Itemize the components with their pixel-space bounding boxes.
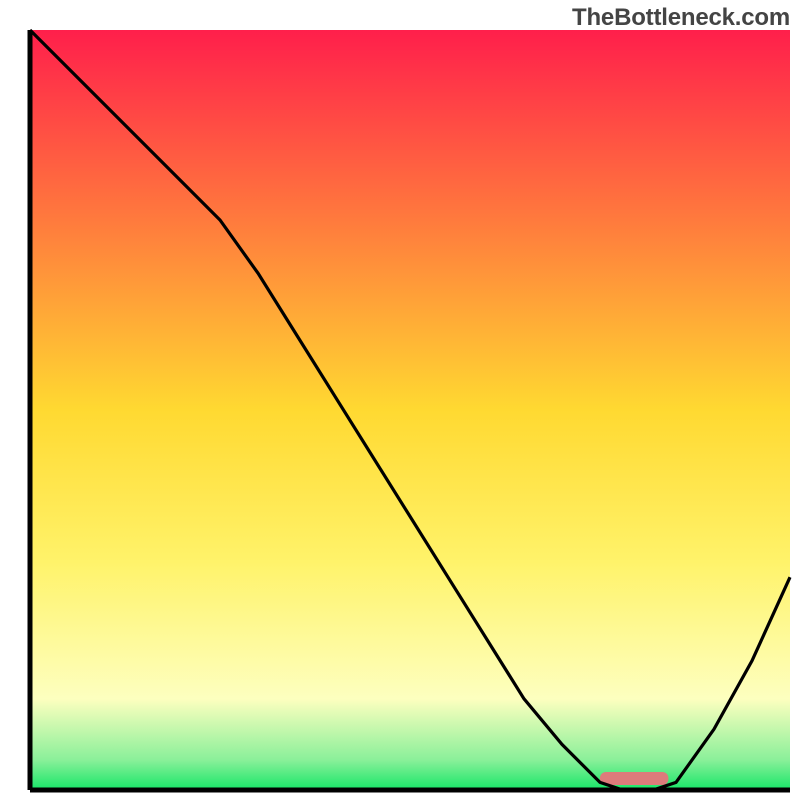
bottleneck-chart xyxy=(0,0,800,800)
chart-container: { "watermark": "TheBottleneck.com", "cha… xyxy=(0,0,800,800)
watermark-text: TheBottleneck.com xyxy=(572,4,790,32)
optimal-region-marker xyxy=(600,772,668,785)
